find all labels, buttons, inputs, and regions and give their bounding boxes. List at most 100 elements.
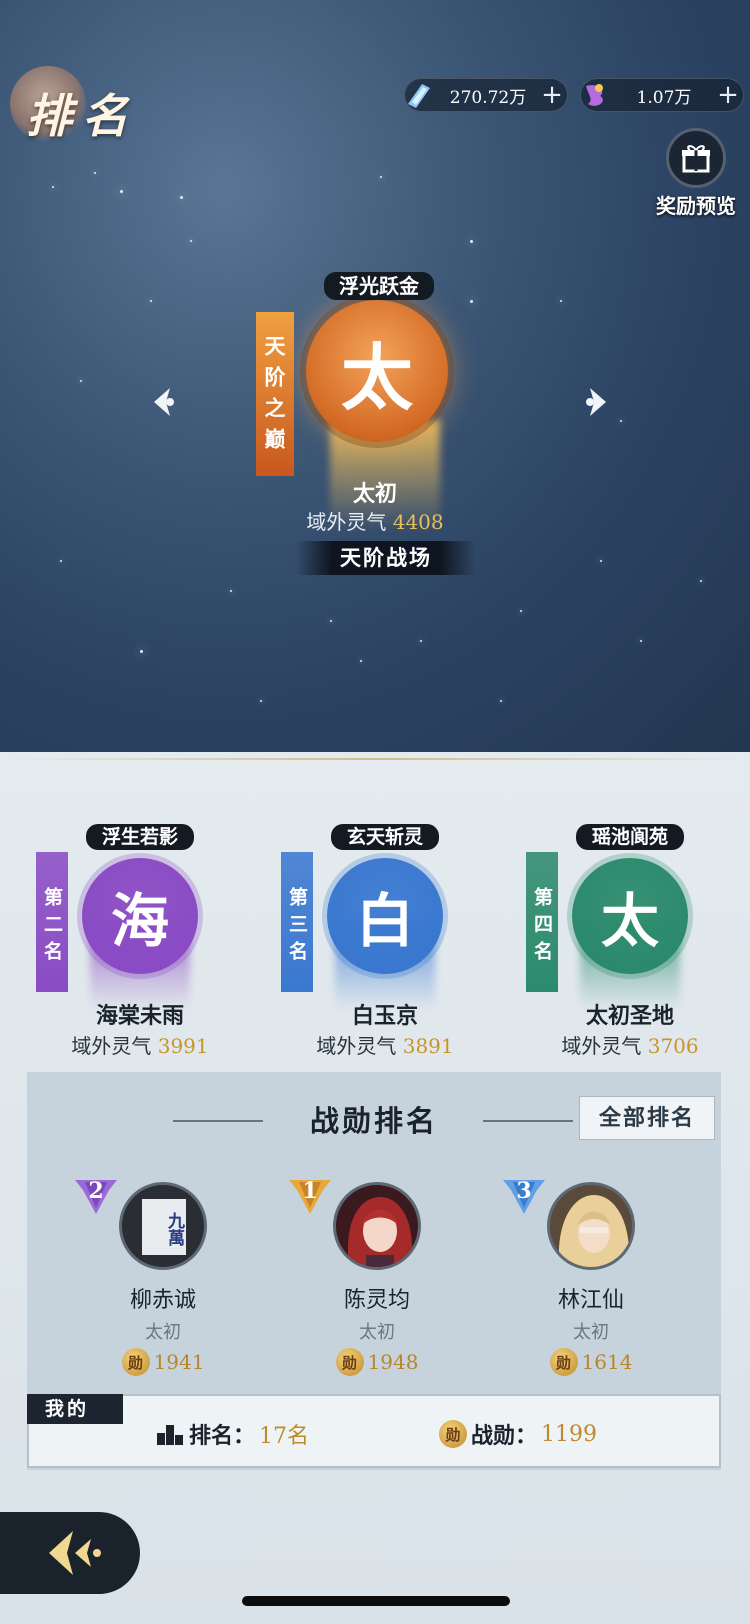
star: [420, 640, 422, 642]
star: [640, 640, 642, 642]
sect-stat-label: 域外灵气: [561, 1034, 642, 1058]
star: [52, 186, 54, 188]
my-merit-label: 战勋：: [471, 1423, 538, 1449]
player-guild: 太初: [573, 1322, 609, 1343]
sect-rank-ribbon: 第四名: [526, 852, 558, 992]
star: [520, 610, 522, 612]
currency-crystal[interactable]: 270.72万 +: [404, 78, 568, 112]
back-arrow-icon: [49, 1531, 101, 1575]
star: [140, 650, 143, 653]
player-guild: 太初: [145, 1322, 181, 1343]
sect-tag: 瑶池阆苑: [576, 824, 684, 850]
back-button[interactable]: [0, 1512, 140, 1594]
player-name: 林江仙: [557, 1288, 624, 1313]
currency-gem[interactable]: 1.07万 +: [580, 78, 744, 112]
all-rankings-button[interactable]: 全部排名: [579, 1096, 715, 1140]
star: [700, 580, 702, 582]
star: [150, 300, 152, 302]
player-score: 勋 1614: [491, 1348, 691, 1376]
my-rank-label: 排名：: [188, 1423, 255, 1449]
my-merit-value: 1199: [541, 1421, 598, 1447]
star: [600, 560, 602, 562]
rank-badge-blue: 3: [501, 1176, 547, 1216]
sect-stat-label: 域外灵气: [316, 1034, 397, 1058]
sect-rank-ribbon: 第三名: [281, 852, 313, 992]
featured-sect-name: 太初: [352, 481, 397, 507]
sect-stat-label: 域外灵气: [71, 1034, 152, 1058]
player-name: 柳赤诚: [129, 1288, 196, 1313]
star: [230, 590, 232, 592]
merit-coin-icon: 勋: [439, 1420, 467, 1448]
gem-amount: 1.07万: [636, 87, 692, 108]
player-name: 陈灵均: [343, 1288, 410, 1313]
star: [620, 420, 622, 422]
score-value: 1614: [581, 1350, 633, 1374]
sect-stat-value: 3706: [647, 1034, 699, 1058]
next-arrow-icon[interactable]: [576, 382, 616, 422]
player-score: 勋 1941: [63, 1348, 263, 1376]
star: [360, 660, 362, 662]
rank-number: 1: [302, 1178, 318, 1204]
my-rank: 排名： 17名: [155, 1418, 309, 1450]
sect-stat: 域外灵气 3991: [20, 1030, 260, 1059]
star: [120, 190, 123, 193]
sect-name: 太初圣地: [585, 1003, 674, 1029]
sect-tag: 玄天斩灵: [331, 824, 439, 850]
reward-preview-label: 奖励预览: [656, 194, 736, 218]
star: [470, 240, 473, 243]
home-indicator: [242, 1596, 510, 1606]
sect-tag: 浮生若影: [86, 824, 194, 850]
player-guild: 太初: [359, 1322, 395, 1343]
player-score: 勋 1948: [277, 1348, 477, 1376]
avatar: 九萬: [119, 1182, 207, 1270]
sect-glyph: 白: [327, 858, 443, 974]
merit-coin-icon: 勋: [335, 1348, 364, 1376]
rank-number: 3: [516, 1178, 532, 1204]
star: [94, 172, 96, 174]
featured-stat-value: 4408: [392, 510, 444, 534]
sect-name: 海棠未雨: [95, 1003, 184, 1029]
prev-arrow-icon[interactable]: [144, 382, 184, 422]
blue-crystal-icon: [399, 75, 439, 115]
star: [560, 300, 562, 302]
podium-icon: [156, 1425, 183, 1445]
add-crystal-button[interactable]: +: [537, 80, 567, 110]
featured-sect-tag: 浮光跃金: [324, 272, 434, 300]
crystal-amount: 270.72万: [449, 87, 527, 108]
rank-badge-gold: 1: [287, 1176, 333, 1216]
star: [80, 380, 82, 382]
sect-glyph: 海: [82, 858, 198, 974]
score-value: 1941: [153, 1350, 205, 1374]
rank-number: 2: [88, 1178, 104, 1204]
star: [180, 196, 183, 199]
title-deco-right: [483, 1120, 573, 1122]
sect-stat: 域外灵气 3891: [265, 1030, 505, 1059]
merit-coin-icon: 勋: [121, 1348, 150, 1376]
battlefield-button[interactable]: 天阶战场: [296, 541, 476, 575]
reward-preview-button[interactable]: 奖励预览: [650, 128, 742, 219]
my-ranking-bar: 我的 排名： 17名 勋 战勋： 1199: [27, 1394, 721, 1468]
sect-stat-value: 3891: [402, 1034, 454, 1058]
avatar: [333, 1182, 421, 1270]
star: [60, 560, 62, 562]
featured-sect-glyph: 太: [306, 300, 448, 442]
gift-icon: [666, 128, 726, 188]
avatar-banner-text: 九萬: [142, 1199, 186, 1255]
star: [500, 700, 502, 702]
avatar: [547, 1182, 635, 1270]
sect-name: 白玉京: [351, 1003, 418, 1029]
featured-rank-ribbon: 天阶之巅: [256, 312, 294, 476]
sect-rank-ribbon: 第二名: [36, 852, 68, 992]
star: [330, 620, 332, 622]
featured-sect-stat: 域外灵气 4408: [255, 506, 495, 535]
sect-glyph: 太: [572, 858, 688, 974]
merit-coin-icon: 勋: [549, 1348, 578, 1376]
sect-stat: 域外灵气 3706: [510, 1030, 750, 1059]
rank-badge-purple: 2: [73, 1176, 119, 1216]
star: [190, 240, 192, 242]
add-gem-button[interactable]: +: [713, 80, 743, 110]
my-rank-value: 17名: [259, 1424, 309, 1449]
page-title: 排名: [26, 89, 138, 143]
star: [260, 700, 262, 702]
featured-stat-label: 域外灵气: [306, 510, 387, 534]
